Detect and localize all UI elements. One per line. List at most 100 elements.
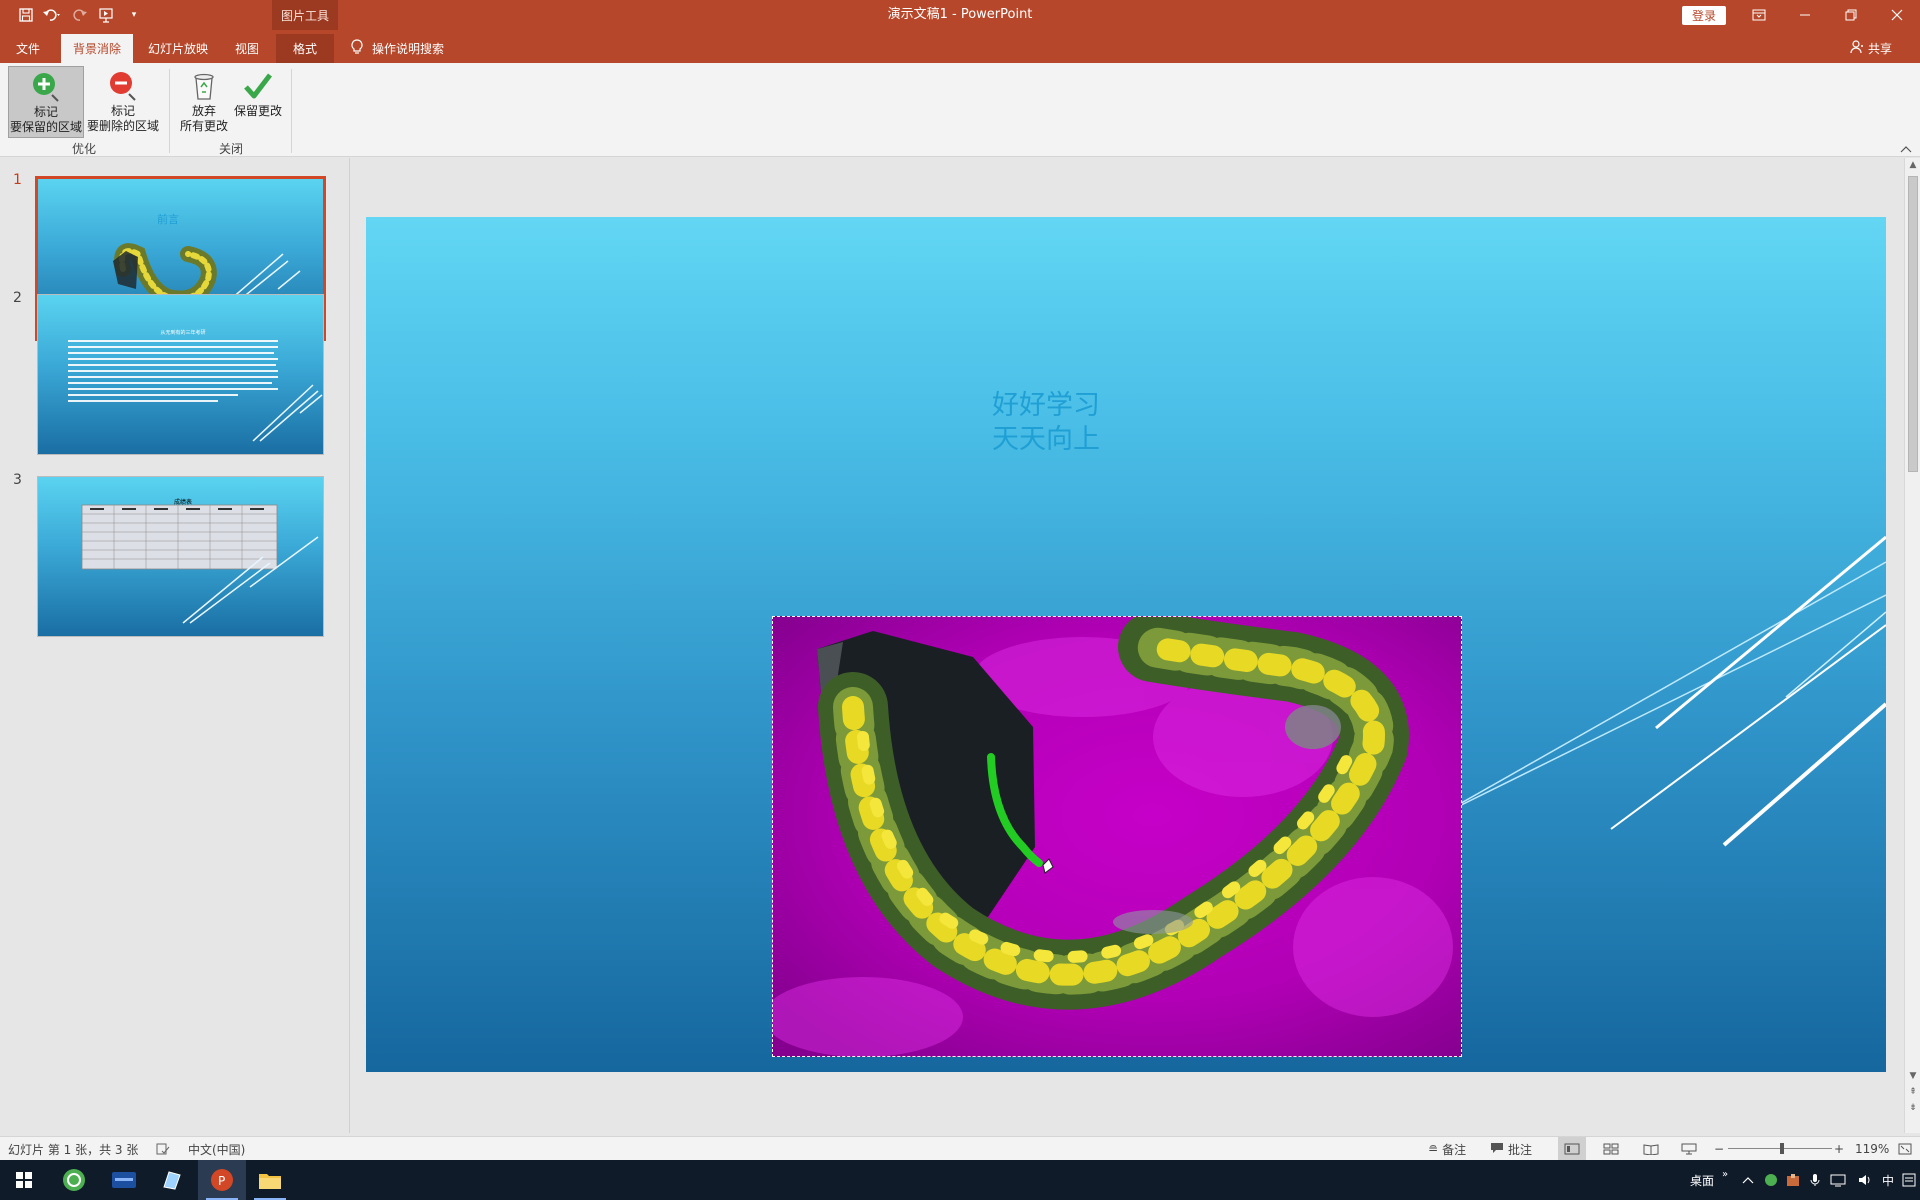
minimize-icon[interactable] <box>1782 0 1828 30</box>
show-hidden-icons[interactable] <box>1742 1160 1754 1200</box>
share-label: 共享 <box>1868 42 1893 56</box>
media-app-icon[interactable] <box>100 1160 148 1200</box>
comments-button[interactable]: 批注 <box>1490 1137 1532 1161</box>
network-icon[interactable] <box>1830 1160 1846 1200</box>
windows-taskbar: P 桌面 » 中 <box>0 1160 1920 1200</box>
ribbon-tabs: 文件 背景消除 幻灯片放映 视图 格式 操作说明搜索 共享 <box>0 30 1920 63</box>
comments-label: 批注 <box>1508 1142 1533 1157</box>
normal-view-icon[interactable] <box>1558 1137 1586 1161</box>
title-bar: ▾ 图片工具 演示文稿1 - PowerPoint 登录 <box>0 0 1920 30</box>
contextual-tab-group-label: 图片工具 <box>272 0 338 30</box>
notification-center-icon[interactable] <box>1902 1160 1916 1200</box>
tab-slideshow[interactable]: 幻灯片放映 <box>142 34 214 63</box>
share-button[interactable]: 共享 <box>1850 34 1892 63</box>
save-icon[interactable] <box>14 0 38 30</box>
keep-changes-button[interactable]: 保留更改 <box>230 66 286 138</box>
notes-label: 备注 <box>1442 1142 1467 1157</box>
checkmark-icon <box>244 73 272 99</box>
ribbon-panel: 标记 要保留的区域 标记 要删除的区域 优化 放弃 所有更改 保留更改 关闭 <box>0 63 1920 157</box>
tab-view[interactable]: 视图 <box>226 34 268 63</box>
slide-sorter-icon[interactable] <box>1598 1137 1624 1161</box>
notes-icon: ≘ <box>1428 1142 1439 1156</box>
discard-label-1: 放弃 <box>191 104 216 118</box>
thumb-number: 3 <box>13 472 22 488</box>
picture-content <box>773 617 1461 1056</box>
keep-changes-label: 保留更改 <box>233 104 282 118</box>
slide-counter: 幻灯片 第 1 张，共 3 张 <box>8 1142 139 1157</box>
person-icon <box>1850 40 1864 57</box>
slide-thumbnail-2[interactable]: 从无到有的三年考研 <box>37 294 324 455</box>
spellcheck-icon[interactable] <box>156 1137 170 1161</box>
tab-file[interactable]: 文件 <box>4 34 52 63</box>
collapse-ribbon-icon[interactable] <box>1900 143 1912 156</box>
ribbon-display-options-icon[interactable] <box>1736 0 1782 30</box>
lightbulb-icon <box>350 39 364 58</box>
thumb-number: 2 <box>13 290 22 306</box>
file-explorer-icon[interactable] <box>246 1160 294 1200</box>
customize-qat-icon[interactable]: ▾ <box>122 0 146 30</box>
ime-indicator[interactable]: 中 <box>1882 1160 1894 1200</box>
background-removal-picture[interactable] <box>772 616 1462 1057</box>
mark-keep-label-1: 标记 <box>33 105 58 119</box>
group-refine-label: 优化 <box>71 142 96 156</box>
plus-circle-icon <box>33 73 59 102</box>
quick-access-toolbar: ▾ <box>14 0 146 30</box>
group-close-label: 关闭 <box>218 142 243 156</box>
volume-icon[interactable] <box>1858 1160 1872 1200</box>
thumb-table <box>81 504 319 624</box>
group-separator <box>291 69 292 153</box>
slide-thumbnail-panel[interactable]: 1 前言 2 从无到有的三年考研 3 成绩表 <box>0 158 350 1133</box>
slide-thumbnail-3[interactable]: 成绩表 <box>37 476 324 637</box>
tray-package-icon[interactable] <box>1786 1160 1800 1200</box>
zoom-level[interactable]: 119% <box>1855 1137 1889 1161</box>
scrollbar-thumb[interactable] <box>1908 176 1918 472</box>
language-indicator[interactable]: 中文(中国) <box>188 1137 245 1161</box>
browser-app-icon[interactable] <box>50 1160 98 1200</box>
notes-app-icon[interactable] <box>148 1160 196 1200</box>
undo-icon[interactable] <box>38 0 68 30</box>
comment-icon <box>1490 1142 1504 1157</box>
restore-icon[interactable] <box>1828 0 1874 30</box>
redo-icon[interactable] <box>68 0 92 30</box>
next-slide-icon[interactable]: ⇟ <box>1905 1101 1920 1115</box>
fit-to-window-icon[interactable] <box>1898 1137 1912 1161</box>
current-slide[interactable]: 好好学习 天天向上 <box>366 217 1886 1072</box>
thumb-text-lines <box>68 340 323 442</box>
recycle-bin-icon <box>194 73 214 100</box>
scroll-down-icon[interactable]: ▼ <box>1905 1069 1920 1083</box>
login-button[interactable]: 登录 <box>1682 6 1726 25</box>
minus-circle-icon <box>110 72 136 101</box>
tray-app-icon[interactable] <box>1764 1160 1778 1200</box>
zoom-slider-knob[interactable] <box>1780 1143 1784 1154</box>
present-from-start-icon[interactable] <box>92 0 122 30</box>
slideshow-view-icon[interactable] <box>1676 1137 1702 1161</box>
svg-text:P: P <box>218 1174 225 1188</box>
discard-label-2: 所有更改 <box>179 119 228 133</box>
notes-button[interactable]: ≘ 备注 <box>1428 1137 1466 1161</box>
desktop-toolbar-label[interactable]: 桌面 <box>1690 1160 1714 1200</box>
mark-areas-to-keep-button[interactable]: 标记 要保留的区域 <box>8 66 84 138</box>
mark-remove-label-1: 标记 <box>110 104 135 118</box>
vertical-scrollbar[interactable]: ▲ ▼ ⇞ ⇟ <box>1904 158 1920 1133</box>
status-bar: 幻灯片 第 1 张，共 3 张 中文(中国) ≘ 备注 批注 − + 119% <box>0 1136 1920 1161</box>
powerpoint-app-icon[interactable]: P <box>198 1160 246 1200</box>
scroll-up-icon[interactable]: ▲ <box>1905 158 1920 172</box>
mark-remove-label-2: 要删除的区域 <box>86 119 159 133</box>
tell-me-label: 操作说明搜索 <box>372 42 445 56</box>
zoom-in-icon[interactable]: + <box>1834 1137 1844 1161</box>
tab-background-removal[interactable]: 背景消除 <box>61 34 133 63</box>
previous-slide-icon[interactable]: ⇞ <box>1905 1085 1920 1099</box>
reading-view-icon[interactable] <box>1638 1137 1664 1161</box>
discard-all-changes-button[interactable]: 放弃 所有更改 <box>176 66 232 138</box>
thumb-number: 1 <box>13 172 22 188</box>
tab-format[interactable]: 格式 <box>276 34 334 63</box>
close-icon[interactable] <box>1874 0 1920 30</box>
toolbar-expand-icon[interactable]: » <box>1722 1154 1728 1194</box>
microphone-icon[interactable] <box>1810 1160 1820 1200</box>
mark-areas-to-remove-button[interactable]: 标记 要删除的区域 <box>86 66 160 138</box>
mark-keep-label-2: 要保留的区域 <box>9 120 82 134</box>
tell-me-search[interactable]: 操作说明搜索 <box>350 34 444 63</box>
group-separator <box>169 69 170 153</box>
slide-editor[interactable]: 好好学习 天天向上 <box>351 158 1904 1133</box>
windows-start-icon[interactable] <box>0 1160 48 1200</box>
